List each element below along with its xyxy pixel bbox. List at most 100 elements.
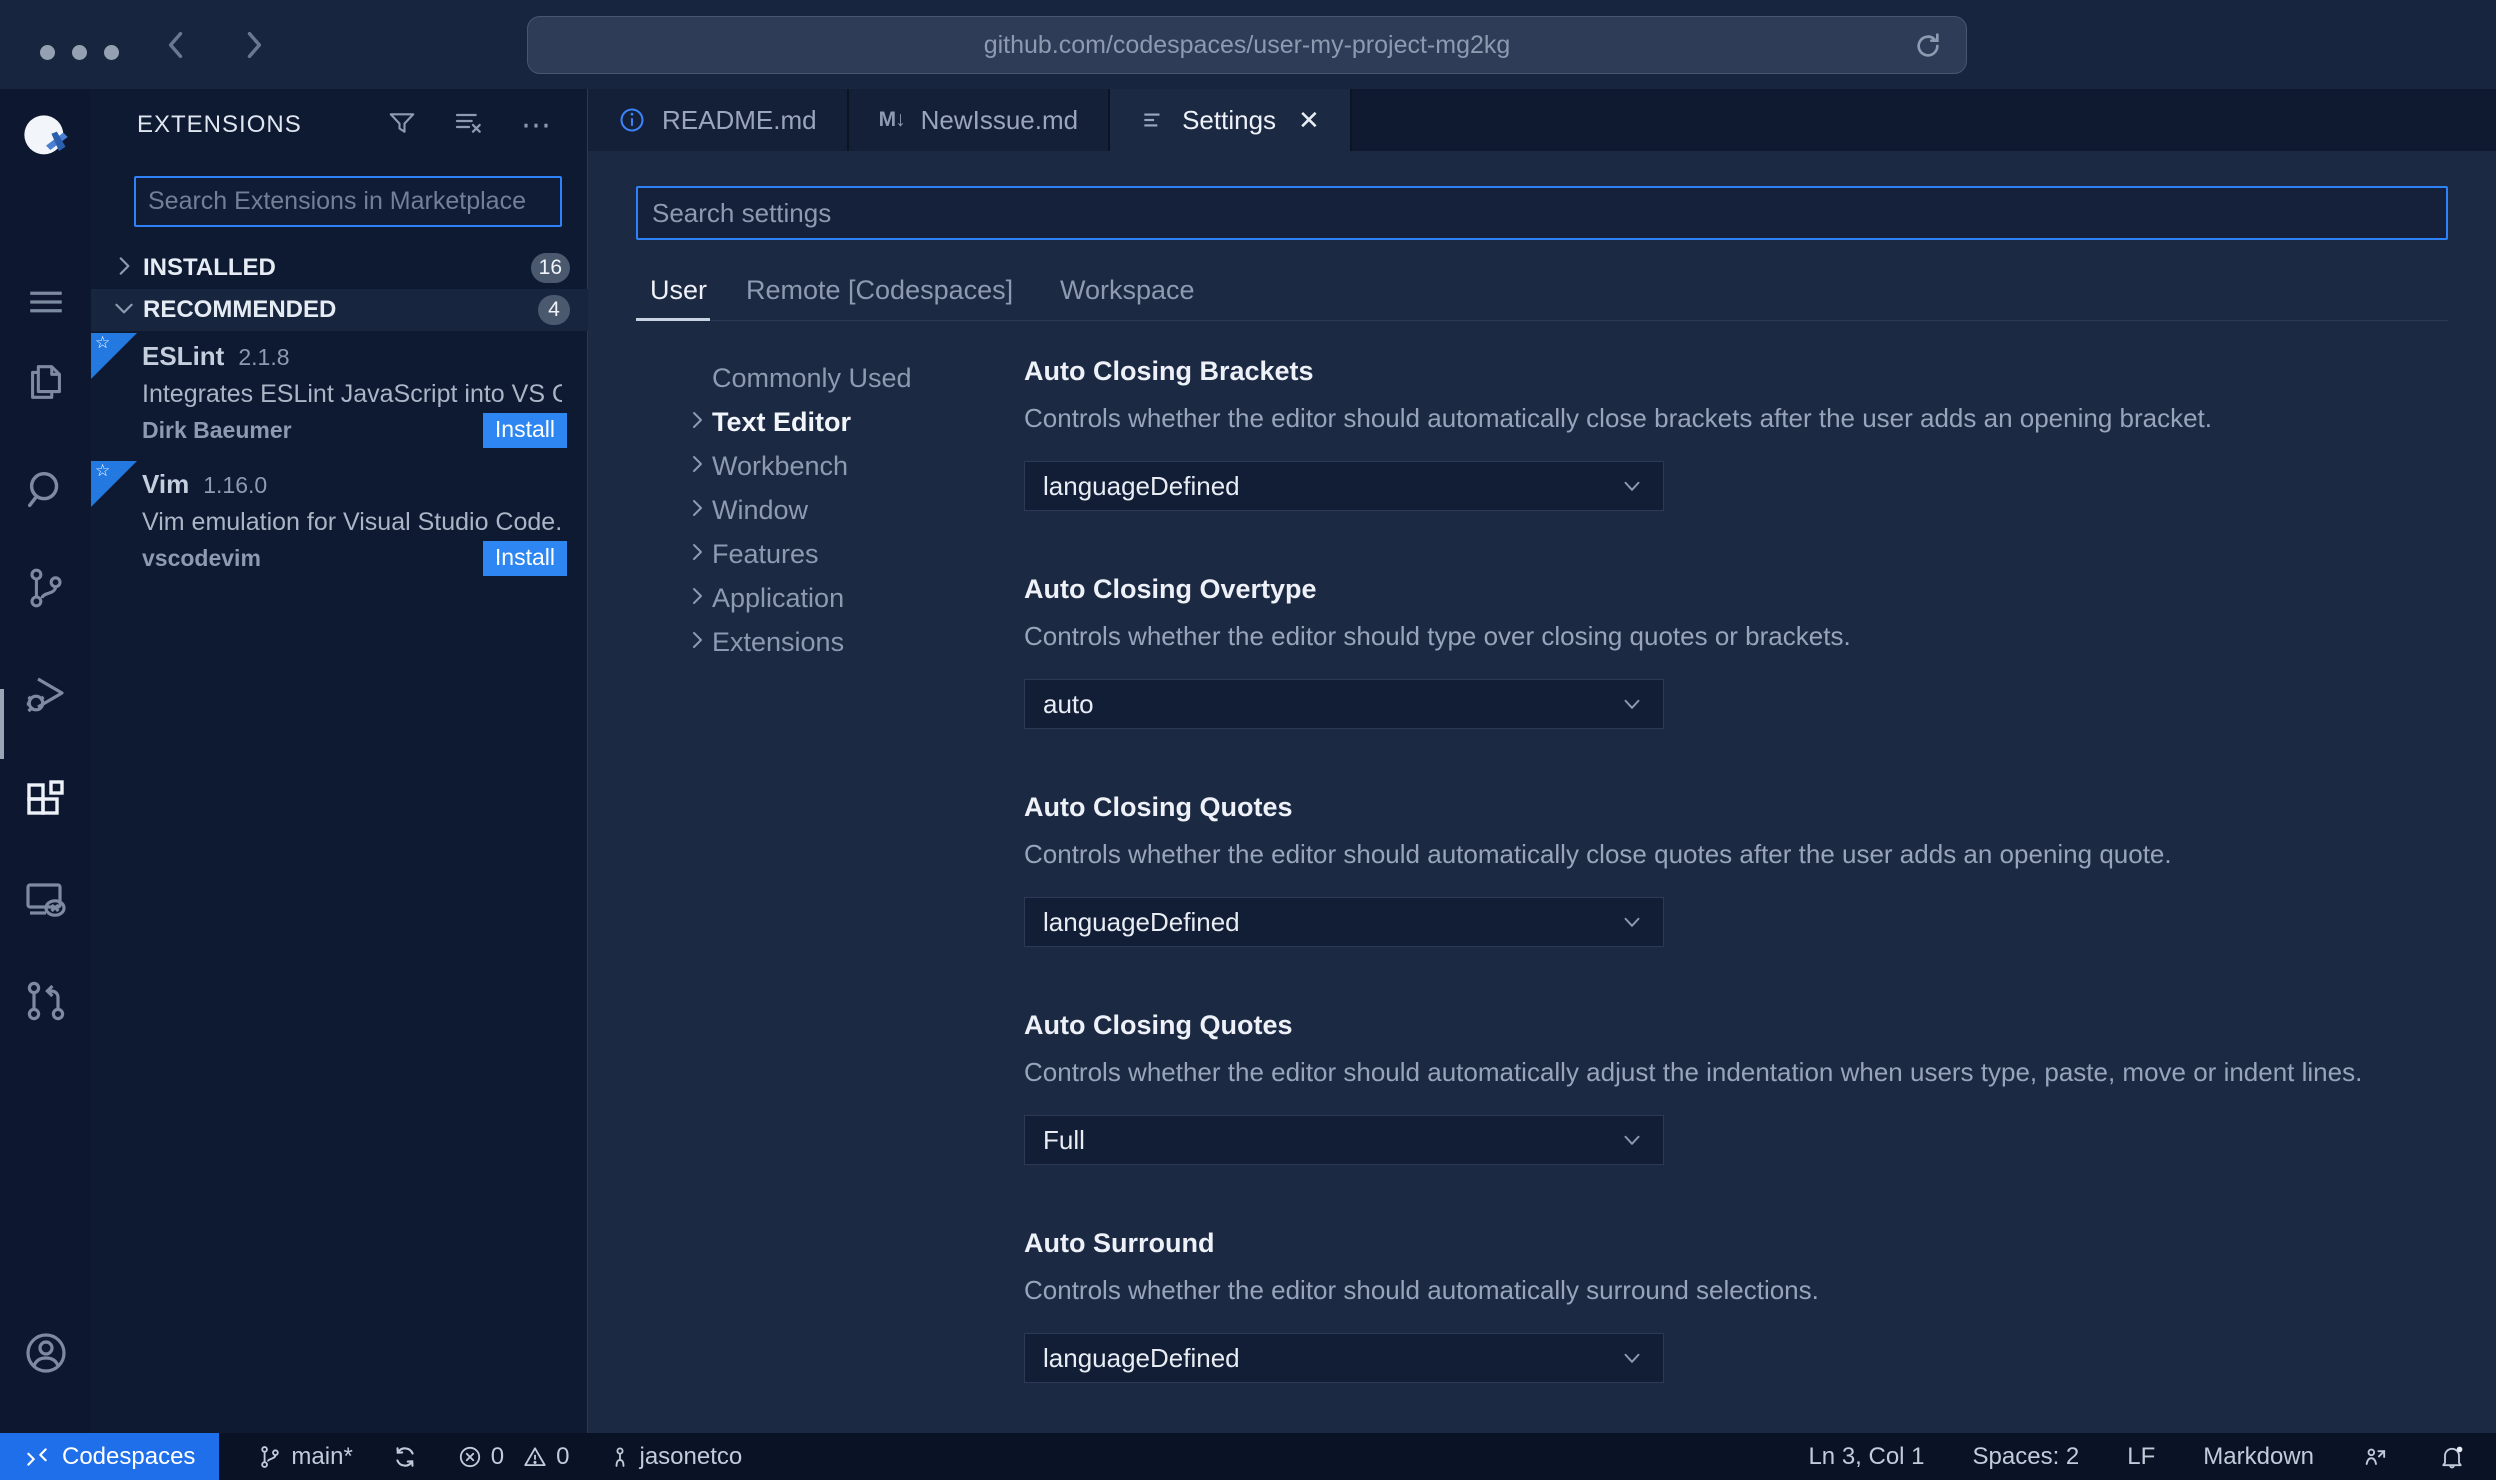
person-icon — [615, 1447, 624, 1467]
chevron-down-icon — [1624, 699, 1640, 709]
toc-item-window[interactable]: Window — [636, 488, 976, 532]
notifications-button[interactable] — [2438, 1443, 2466, 1471]
more-actions-button[interactable]: ⋯ — [521, 110, 551, 140]
tab-settings[interactable]: Settings ✕ — [1110, 89, 1352, 151]
chevron-down-icon — [111, 295, 141, 326]
source-control-view-button[interactable] — [0, 565, 91, 611]
branch-status-item[interactable]: main* — [257, 1443, 353, 1471]
toc-item-features[interactable]: Features — [636, 532, 976, 576]
language-mode-item[interactable]: Markdown — [2203, 1443, 2314, 1471]
reload-button[interactable] — [1912, 30, 1944, 67]
error-icon — [459, 1446, 480, 1467]
github-pull-request-view-button[interactable] — [0, 977, 91, 1025]
sidebar-title: EXTENSIONS — [137, 111, 302, 138]
source-control-icon — [29, 568, 62, 608]
dropdown-value: languageDefined — [1043, 1342, 1240, 1373]
github-logo-icon — [23, 115, 68, 155]
setting-dropdown[interactable]: auto — [1024, 679, 1664, 729]
chevron-right-icon — [693, 543, 702, 560]
warning-icon — [524, 1446, 546, 1466]
install-button[interactable]: Install — [482, 541, 567, 576]
remote-explorer-icon — [25, 883, 66, 917]
toc-item-extensions[interactable]: Extensions — [636, 620, 976, 664]
remote-explorer-view-button[interactable] — [0, 877, 91, 925]
feedback-button[interactable] — [2362, 1443, 2390, 1471]
setting-dropdown[interactable]: languageDefined — [1024, 461, 1664, 511]
chevron-left-icon — [168, 31, 183, 59]
extension-description: Integrates ESLint JavaScript into VS C..… — [142, 380, 562, 408]
recommended-ribbon: ☆ — [91, 333, 137, 379]
search-view-button[interactable] — [0, 467, 91, 513]
close-tab-button[interactable]: ✕ — [1298, 105, 1320, 136]
toc-item-commonly-used[interactable]: Commonly Used — [636, 356, 976, 400]
recommended-section-header[interactable]: RECOMMENDED 4 — [91, 289, 588, 331]
chevron-down-icon — [1624, 1135, 1640, 1145]
explorer-view-button[interactable] — [0, 359, 91, 405]
reload-icon — [1917, 33, 1939, 57]
chevron-right-icon — [111, 253, 141, 284]
hamburger-menu-icon — [29, 291, 62, 313]
chevron-right-icon — [693, 631, 702, 648]
installed-section-header[interactable]: INSTALLED 16 — [91, 247, 588, 289]
run-debug-view-button[interactable] — [0, 671, 91, 719]
files-icon — [30, 365, 61, 399]
extension-description: Vim emulation for Visual Studio Code... — [142, 508, 562, 536]
window-close-button[interactable] — [40, 45, 55, 60]
indentation-item[interactable]: Spaces: 2 — [1973, 1443, 2080, 1471]
clear-extensions-search-button[interactable] — [453, 107, 485, 144]
browser-back-button[interactable] — [160, 28, 194, 62]
settings-editor-icon — [1144, 113, 1160, 127]
git-branch-icon — [261, 1445, 280, 1468]
setting-auto-surround: Auto Surround Controls whether the edito… — [1024, 1228, 2448, 1383]
settings-search-input[interactable] — [636, 186, 2448, 240]
sync-icon — [396, 1446, 414, 1467]
window-minimize-button[interactable] — [72, 45, 87, 60]
setting-auto-closing-quotes-2: Auto Closing Quotes Controls whether the… — [1024, 1010, 2448, 1165]
account-button[interactable] — [0, 1329, 91, 1377]
scope-tab-workspace[interactable]: Workspace — [1060, 275, 1195, 306]
setting-title: Auto Surround — [1024, 1228, 1215, 1258]
dropdown-value: Full — [1043, 1124, 1085, 1155]
setting-title: Auto Closing Quotes — [1024, 792, 1293, 822]
eol-item[interactable]: LF — [2127, 1443, 2155, 1471]
tab-bar: README.md M↓ NewIssue.md Settings ✕ — [588, 89, 2496, 151]
setting-auto-closing-quotes: Auto Closing Quotes Controls whether the… — [1024, 792, 2448, 947]
problems-status-item[interactable]: 0 0 — [457, 1443, 570, 1471]
menu-button[interactable] — [0, 281, 91, 323]
window-maximize-button[interactable] — [104, 45, 119, 60]
extension-item-vim[interactable]: ☆ Vim 1.16.0 Vim emulation for Visual Stu… — [91, 461, 588, 581]
setting-dropdown[interactable]: languageDefined — [1024, 1333, 1664, 1383]
window-controls[interactable] — [40, 45, 119, 60]
user-status-item[interactable]: jasonetco — [608, 1443, 742, 1471]
extension-item-eslint[interactable]: ☆ ESLint 2.1.8 Integrates ESLint JavaScri… — [91, 333, 588, 453]
setting-dropdown[interactable]: languageDefined — [1024, 897, 1664, 947]
codespaces-remote-button[interactable]: Codespaces — [0, 1433, 220, 1480]
setting-description: Controls whether the editor should type … — [1024, 621, 1851, 651]
clear-list-icon — [455, 113, 481, 133]
tab-readme[interactable]: README.md — [588, 89, 849, 151]
setting-dropdown[interactable]: Full — [1024, 1115, 1664, 1165]
toc-item-application[interactable]: Application — [636, 576, 976, 620]
recommended-ribbon: ☆ — [91, 461, 137, 507]
browser-forward-button[interactable] — [236, 28, 270, 62]
tab-newissue[interactable]: M↓ NewIssue.md — [848, 89, 1111, 151]
filter-extensions-button[interactable] — [387, 108, 417, 143]
dropdown-value: languageDefined — [1043, 906, 1240, 937]
extensions-icon — [26, 780, 64, 815]
address-bar[interactable]: github.com/codespaces/user-my-project-mg… — [527, 16, 1967, 74]
sync-status-item[interactable] — [391, 1443, 419, 1471]
extensions-search-input[interactable] — [134, 176, 562, 227]
active-scope-underline — [636, 318, 710, 321]
toc-item-workbench[interactable]: Workbench — [636, 444, 976, 488]
cursor-position-item[interactable]: Ln 3, Col 1 — [1808, 1443, 1924, 1471]
remote-indicator-icon — [27, 1447, 47, 1466]
toc-item-text-editor[interactable]: Text Editor — [636, 400, 976, 444]
extensions-view-button[interactable] — [0, 777, 91, 825]
warning-count: 0 — [556, 1442, 570, 1470]
scope-tab-user[interactable]: User — [650, 275, 707, 306]
scope-tab-remote[interactable]: Remote [Codespaces] — [746, 275, 1013, 306]
github-codespaces-logo — [0, 111, 91, 163]
browser-chrome: github.com/codespaces/user-my-project-mg… — [0, 0, 2496, 89]
active-view-indicator — [0, 689, 4, 759]
install-button[interactable]: Install — [482, 413, 567, 448]
